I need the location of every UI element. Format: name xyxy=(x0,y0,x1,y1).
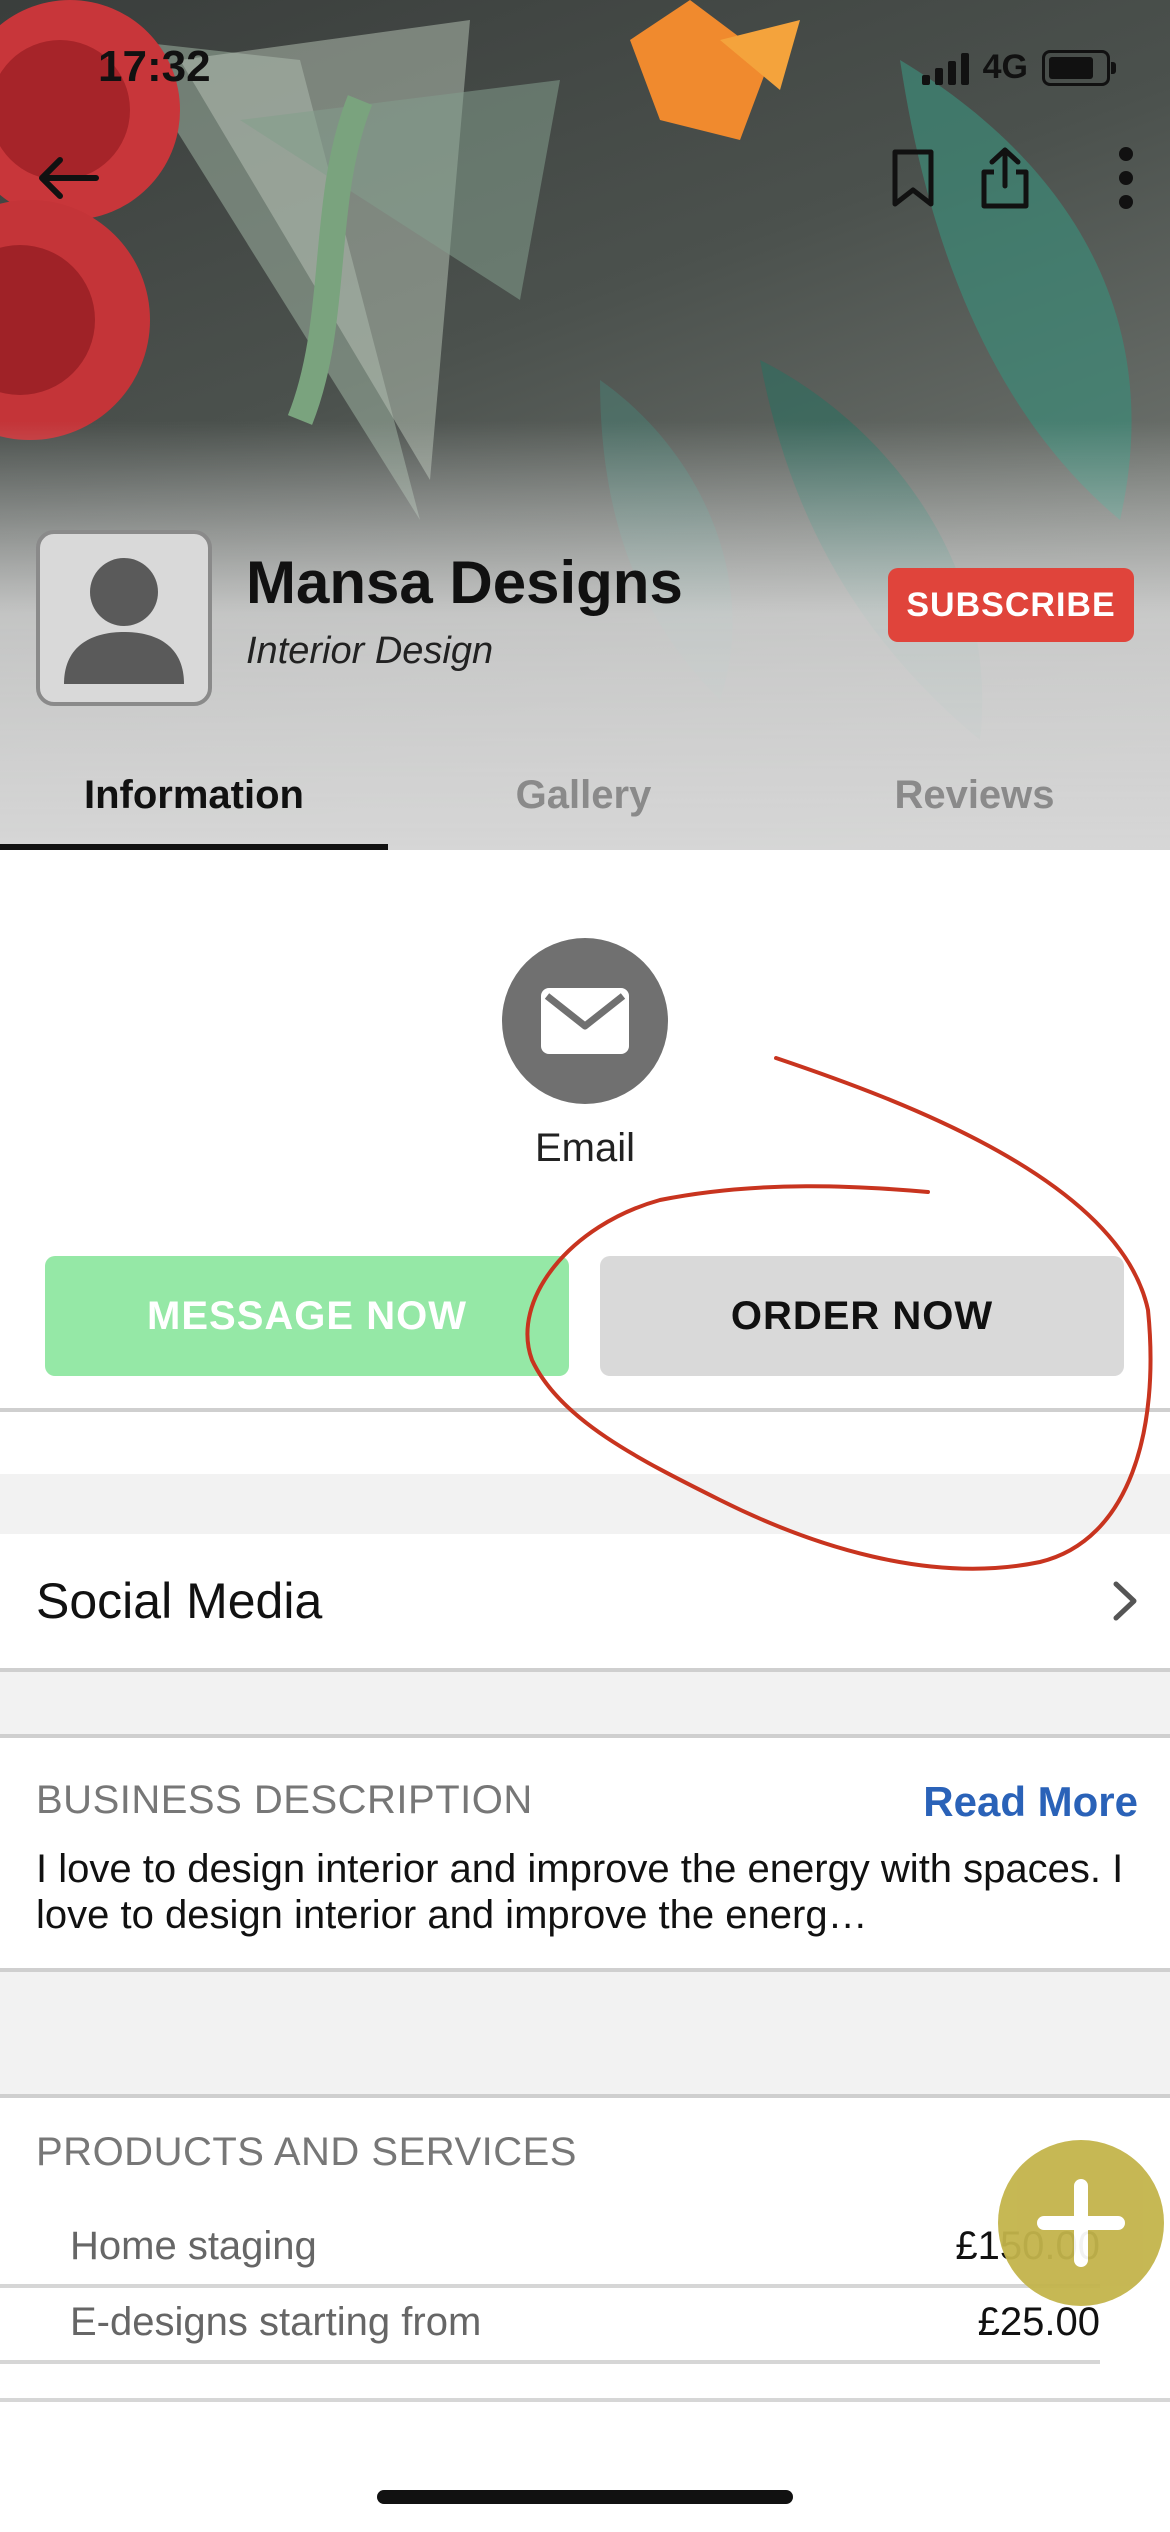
share-icon xyxy=(981,147,1029,209)
home-indicator xyxy=(377,2490,793,2504)
person-placeholder-icon xyxy=(64,558,184,684)
business-category: Interior Design xyxy=(246,630,494,672)
status-time: 17:32 xyxy=(98,42,211,91)
read-more-link[interactable]: Read More xyxy=(923,1778,1138,1826)
divider xyxy=(0,2094,1170,2098)
divider xyxy=(0,1408,1170,1412)
chevron-right-icon xyxy=(1113,1581,1137,1621)
social-media-label: Social Media xyxy=(36,1573,323,1629)
service-name: E-designs starting from xyxy=(70,2300,482,2344)
subscribe-button[interactable]: SUBSCRIBE xyxy=(888,568,1134,642)
bookmark-button[interactable] xyxy=(880,140,946,216)
order-now-button[interactable]: ORDER NOW xyxy=(600,1256,1124,1376)
divider xyxy=(0,1734,1170,1738)
message-now-button[interactable]: MESSAGE NOW xyxy=(45,1256,569,1376)
battery-icon xyxy=(1042,49,1116,86)
signal-icon xyxy=(921,51,969,85)
list-item[interactable]: Home staging £150.00 xyxy=(0,2212,1100,2284)
status-indicators: 4G xyxy=(921,48,1116,87)
add-fab-button[interactable] xyxy=(998,2140,1164,2306)
envelope-icon xyxy=(541,988,629,1054)
arrow-left-icon xyxy=(39,157,99,199)
tab-reviews[interactable]: Reviews xyxy=(779,740,1170,850)
social-media-row[interactable]: Social Media xyxy=(0,1534,1170,1668)
service-name: Home staging xyxy=(70,2224,317,2268)
tab-gallery[interactable]: Gallery xyxy=(388,740,779,850)
bookmark-icon xyxy=(892,149,934,207)
service-price: £25.00 xyxy=(977,2300,1100,2344)
share-button[interactable] xyxy=(970,140,1040,216)
profile-header: 17:32 4G Mansa Designs Interior Design S… xyxy=(0,0,1170,850)
divider xyxy=(0,2360,1100,2364)
plus-icon xyxy=(1037,2179,1125,2267)
section-gap xyxy=(0,1474,1170,1534)
list-item[interactable]: E-designs starting from £25.00 xyxy=(0,2288,1100,2360)
section-gap xyxy=(0,1672,1170,1738)
more-button[interactable] xyxy=(1098,140,1154,216)
products-heading: PRODUCTS AND SERVICES xyxy=(36,2130,577,2174)
tab-information[interactable]: Information xyxy=(0,740,388,850)
network-type: 4G xyxy=(982,48,1028,86)
section-end xyxy=(0,2398,1170,2432)
business-description-heading: BUSINESS DESCRIPTION xyxy=(36,1778,533,1822)
avatar xyxy=(36,530,212,706)
business-description-text: I love to design interior and improve th… xyxy=(36,1847,1124,1937)
back-button[interactable] xyxy=(30,140,106,216)
more-vertical-icon xyxy=(1119,147,1133,209)
business-name: Mansa Designs xyxy=(246,549,683,616)
email-label: Email xyxy=(534,1126,636,1170)
tab-bar: Information Gallery Reviews xyxy=(0,740,1170,850)
section-gap xyxy=(0,1972,1170,2094)
email-button[interactable] xyxy=(502,938,668,1104)
